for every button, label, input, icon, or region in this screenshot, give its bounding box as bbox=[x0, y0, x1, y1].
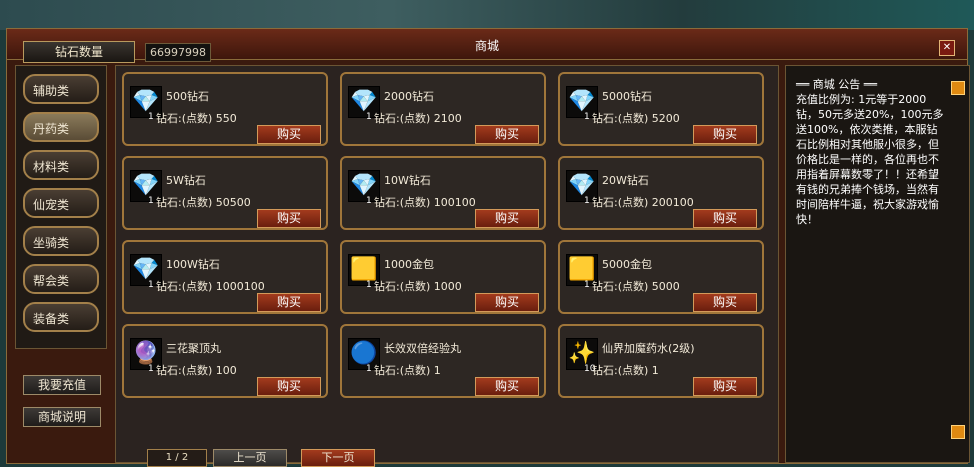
buy-button[interactable]: 购买 bbox=[693, 125, 757, 144]
item-qty: 1 bbox=[148, 196, 154, 206]
item-qty: 1 bbox=[366, 196, 372, 206]
item-name: 仙界加魔药水(2级) bbox=[602, 342, 695, 355]
item-name: 500钻石 bbox=[166, 90, 209, 103]
close-button[interactable]: ✕ bbox=[939, 40, 955, 56]
item-card: 💎 1 500钻石 钻石:(点数) 550 购买 bbox=[122, 72, 328, 146]
prev-page-button[interactable]: 上一页 bbox=[213, 449, 287, 467]
buy-button[interactable]: 购买 bbox=[693, 377, 757, 396]
buy-button[interactable]: 购买 bbox=[475, 125, 539, 144]
item-qty: 1 bbox=[148, 112, 154, 122]
page-indicator: 1 / 2 bbox=[147, 449, 207, 467]
item-price: 钻石:(点数) 2100 bbox=[374, 112, 462, 125]
item-qty: 1 bbox=[584, 112, 590, 122]
item-name: 5000钻石 bbox=[602, 90, 652, 103]
item-price: 钻石:(点数) 5000 bbox=[592, 280, 680, 293]
item-card: 🟨 1 5000金包 钻石:(点数) 5000 购买 bbox=[558, 240, 764, 314]
item-card: 🟨 1 1000金包 钻石:(点数) 1000 购买 bbox=[340, 240, 546, 314]
item-qty: 1 bbox=[148, 280, 154, 290]
category-pet[interactable]: 仙宠类 bbox=[23, 188, 99, 218]
diamond-count-value: 66997998 bbox=[145, 43, 211, 62]
buy-button[interactable]: 购买 bbox=[475, 209, 539, 228]
category-aux[interactable]: 辅助类 bbox=[23, 74, 99, 104]
item-card: 💎 1 5000钻石 钻石:(点数) 5200 购买 bbox=[558, 72, 764, 146]
item-card: 💎 1 20W钻石 钻石:(点数) 200100 购买 bbox=[558, 156, 764, 230]
item-price: 钻石:(点数) 5200 bbox=[592, 112, 680, 125]
item-qty: 1 bbox=[366, 364, 372, 374]
item-qty: 1 bbox=[584, 196, 590, 206]
item-card: 💎 1 100W钻石 钻石:(点数) 1000100 购买 bbox=[122, 240, 328, 314]
item-price: 钻石:(点数) 1000 bbox=[374, 280, 462, 293]
buy-button[interactable]: 购买 bbox=[693, 293, 757, 312]
item-card: 🔮 1 三花聚顶丸 钻石:(点数) 100 购买 bbox=[122, 324, 328, 398]
item-price: 钻石:(点数) 550 bbox=[156, 112, 237, 125]
category-material[interactable]: 材料类 bbox=[23, 150, 99, 180]
item-name: 三花聚顶丸 bbox=[166, 342, 221, 355]
category-guild[interactable]: 帮会类 bbox=[23, 264, 99, 294]
buy-button[interactable]: 购买 bbox=[257, 125, 321, 144]
item-name: 2000钻石 bbox=[384, 90, 434, 103]
item-name: 10W钻石 bbox=[384, 174, 431, 187]
item-price: 钻石:(点数) 1 bbox=[374, 364, 441, 377]
item-card: 💎 1 10W钻石 钻石:(点数) 100100 购买 bbox=[340, 156, 546, 230]
item-price: 钻石:(点数) 100100 bbox=[374, 196, 476, 209]
buy-button[interactable]: 购买 bbox=[475, 293, 539, 312]
item-name: 1000金包 bbox=[384, 258, 434, 271]
item-qty: 1 bbox=[366, 280, 372, 290]
item-name: 长效双倍经验丸 bbox=[384, 342, 461, 355]
background-top bbox=[0, 0, 974, 30]
item-price: 钻石:(点数) 1 bbox=[592, 364, 659, 377]
category-pill[interactable]: 丹药类 bbox=[23, 112, 99, 142]
item-card: 💎 1 2000钻石 钻石:(点数) 2100 购买 bbox=[340, 72, 546, 146]
item-grid: 💎 1 500钻石 钻石:(点数) 550 购买 💎 1 2000钻石 钻石:(… bbox=[115, 65, 779, 463]
item-price: 钻石:(点数) 100 bbox=[156, 364, 237, 377]
buy-button[interactable]: 购买 bbox=[257, 209, 321, 228]
item-name: 100W钻石 bbox=[166, 258, 220, 271]
item-name: 5W钻石 bbox=[166, 174, 206, 187]
item-qty: 1 bbox=[366, 112, 372, 122]
buy-button[interactable]: 购买 bbox=[693, 209, 757, 228]
item-price: 钻石:(点数) 200100 bbox=[592, 196, 694, 209]
notice-title: ══ 商城 公告 ══ bbox=[796, 78, 877, 91]
diamond-count-label: 钻石数量 bbox=[23, 41, 135, 63]
category-sidebar: 辅助类 丹药类 材料类 仙宠类 坐骑类 帮会类 装备类 bbox=[15, 65, 107, 349]
buy-button[interactable]: 购买 bbox=[475, 377, 539, 396]
notice-panel: ══ 商城 公告 ══ 充值比例为: 1元等于2000钻，50元多送20%，10… bbox=[785, 65, 970, 463]
category-mount[interactable]: 坐骑类 bbox=[23, 226, 99, 256]
next-page-button[interactable]: 下一页 bbox=[301, 449, 375, 467]
item-card: 🔵 1 长效双倍经验丸 钻石:(点数) 1 购买 bbox=[340, 324, 546, 398]
shop-window: 商城 钻石数量 66997998 ✕ 辅助类 丹药类 材料类 仙宠类 坐骑类 帮… bbox=[6, 28, 970, 467]
shop-help-button[interactable]: 商城说明 bbox=[23, 407, 101, 427]
item-card: ✨ 10 仙界加魔药水(2级) 钻石:(点数) 1 购买 bbox=[558, 324, 764, 398]
item-qty: 1 bbox=[148, 364, 154, 374]
buy-button[interactable]: 购买 bbox=[257, 377, 321, 396]
item-card: 💎 1 5W钻石 钻石:(点数) 50500 购买 bbox=[122, 156, 328, 230]
notice-body: 充值比例为: 1元等于2000钻，50元多送20%，100元多送100%，依次类… bbox=[796, 93, 944, 226]
item-qty: 1 bbox=[584, 280, 590, 290]
scroll-up-icon[interactable] bbox=[951, 81, 965, 95]
item-price: 钻石:(点数) 1000100 bbox=[156, 280, 265, 293]
buy-button[interactable]: 购买 bbox=[257, 293, 321, 312]
scroll-down-icon[interactable] bbox=[951, 425, 965, 439]
item-name: 5000金包 bbox=[602, 258, 652, 271]
item-price: 钻石:(点数) 50500 bbox=[156, 196, 251, 209]
recharge-button[interactable]: 我要充值 bbox=[23, 375, 101, 395]
category-equipment[interactable]: 装备类 bbox=[23, 302, 99, 332]
item-name: 20W钻石 bbox=[602, 174, 649, 187]
